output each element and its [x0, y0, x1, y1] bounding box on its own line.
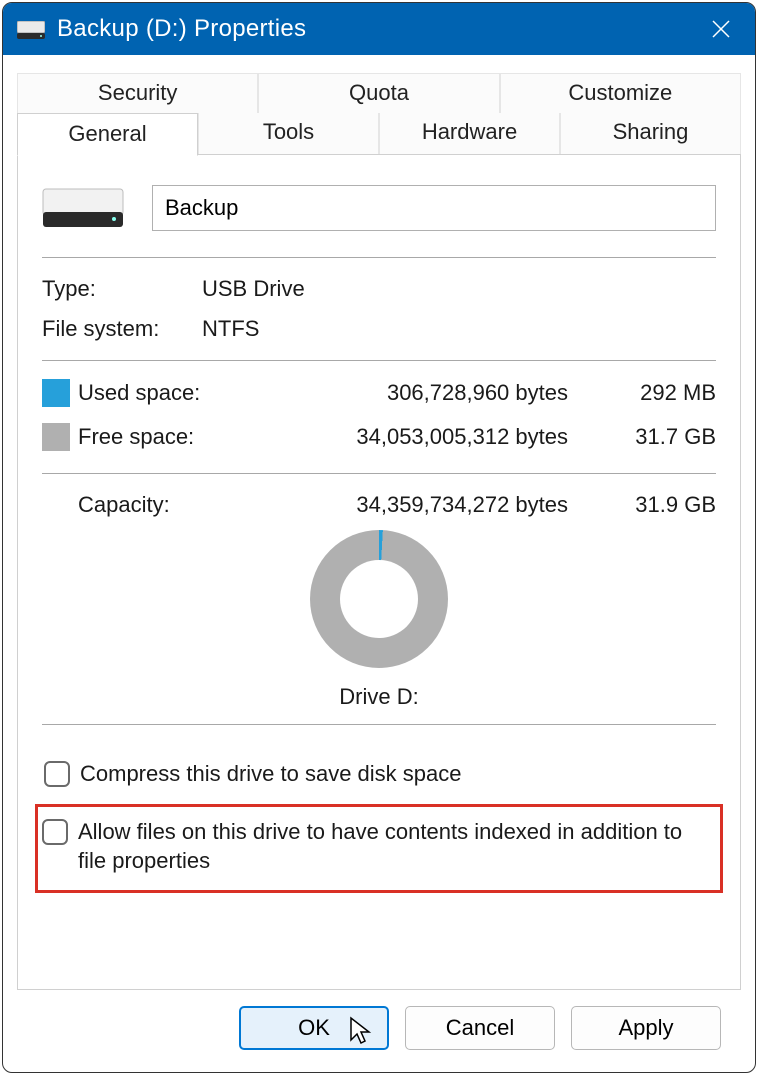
used-space-human: 292 MB: [596, 380, 716, 406]
filesystem-value: NTFS: [202, 316, 716, 342]
close-button[interactable]: [701, 9, 741, 49]
tab-hardware[interactable]: Hardware: [379, 113, 560, 155]
filesystem-label: File system:: [42, 316, 202, 342]
type-label: Type:: [42, 276, 202, 302]
type-value: USB Drive: [202, 276, 716, 302]
used-space-bytes: 306,728,960 bytes: [228, 380, 596, 406]
compress-checkbox[interactable]: [44, 761, 70, 787]
usage-pie-chart: [310, 530, 448, 668]
drive-name-input[interactable]: [152, 185, 716, 231]
drive-icon-large: [42, 188, 124, 228]
window-title: Backup (D:) Properties: [57, 15, 701, 43]
tab-general[interactable]: General: [17, 113, 198, 156]
capacity-human: 31.9 GB: [596, 492, 716, 518]
drive-icon: [17, 21, 45, 39]
compress-checkbox-row[interactable]: Compress this drive to save disk space: [42, 755, 716, 793]
tab-security[interactable]: Security: [17, 73, 258, 113]
index-checkbox[interactable]: [42, 819, 68, 845]
index-label: Allow files on this drive to have conten…: [78, 817, 712, 876]
cursor-icon: [349, 1016, 373, 1052]
apply-button[interactable]: Apply: [571, 1006, 721, 1050]
cancel-button[interactable]: Cancel: [405, 1006, 555, 1050]
capacity-label: Capacity:: [78, 492, 228, 518]
free-space-human: 31.7 GB: [596, 424, 716, 450]
dialog-body: Security Quota Customize General Tools H…: [3, 55, 755, 1072]
properties-dialog: Backup (D:) Properties Security Quota Cu…: [2, 2, 756, 1073]
ok-button-label: OK: [298, 1015, 330, 1041]
free-space-bytes: 34,053,005,312 bytes: [228, 424, 596, 450]
capacity-bytes: 34,359,734,272 bytes: [228, 492, 596, 518]
compress-label: Compress this drive to save disk space: [80, 759, 462, 789]
tab-tools[interactable]: Tools: [198, 113, 379, 155]
free-space-swatch: [42, 423, 70, 451]
tab-sharing[interactable]: Sharing: [560, 113, 741, 155]
tab-quota[interactable]: Quota: [258, 73, 499, 113]
titlebar: Backup (D:) Properties: [3, 3, 755, 55]
tab-panel-general: Type: USB Drive File system: NTFS Used s…: [17, 154, 741, 990]
dialog-button-bar: OK Cancel Apply: [17, 990, 741, 1072]
used-space-swatch: [42, 379, 70, 407]
tab-strip: Security Quota Customize General Tools H…: [17, 73, 741, 155]
ok-button[interactable]: OK: [239, 1006, 389, 1050]
free-space-label: Free space:: [78, 424, 228, 450]
used-space-label: Used space:: [78, 380, 228, 406]
index-checkbox-row[interactable]: Allow files on this drive to have conten…: [38, 807, 720, 890]
drive-caption: Drive D:: [339, 684, 418, 710]
tab-customize[interactable]: Customize: [500, 73, 741, 113]
